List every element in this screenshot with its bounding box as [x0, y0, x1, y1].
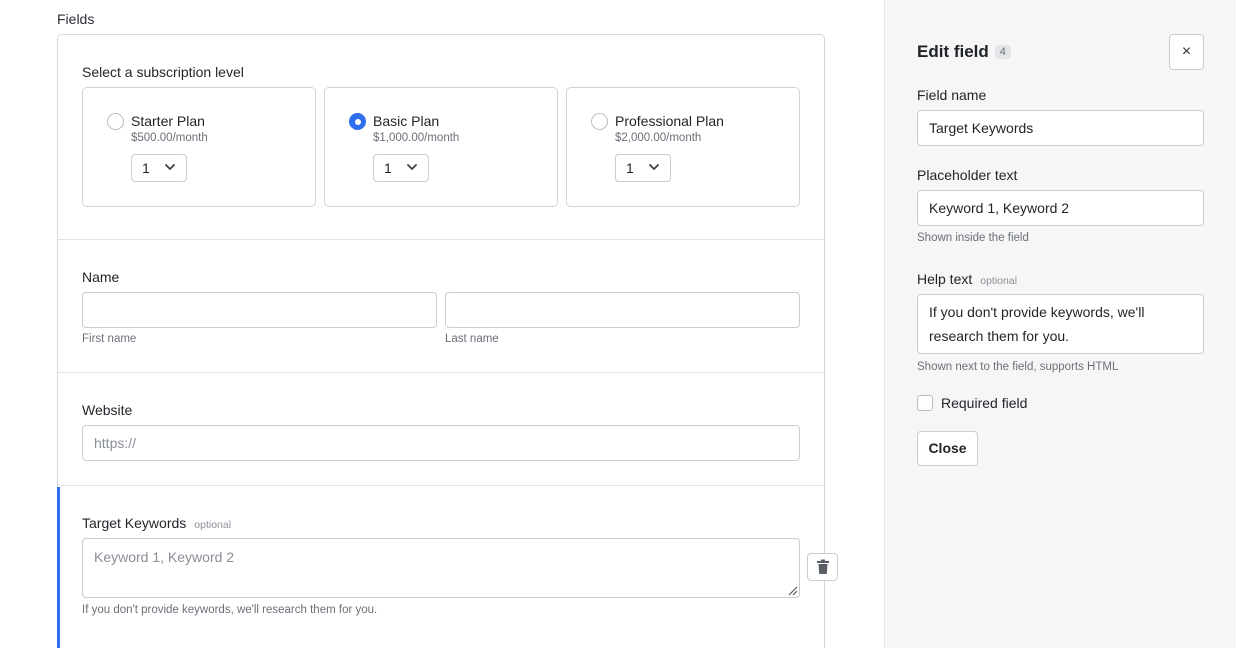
help-text-sub: Shown next to the field, supports HTML [917, 361, 1119, 373]
placeholder-sub: Shown inside the field [917, 232, 1029, 244]
edit-field-panel: Edit field 4 × Field name Target Keywords… [884, 0, 1236, 648]
plan-price: $500.00/month [131, 132, 208, 144]
subscription-label: Select a subscription level [82, 64, 244, 80]
panel-title-text: Edit field [917, 42, 989, 61]
close-button[interactable]: Close [917, 431, 978, 466]
close-icon[interactable]: × [1169, 34, 1204, 70]
plan-card-professional[interactable]: Professional Plan $2,000.00/month 1 [566, 87, 800, 207]
subscription-field[interactable]: Select a subscription level Starter Plan… [58, 35, 824, 240]
help-text-label-text: Help text [917, 271, 973, 287]
placeholder-input[interactable]: Keyword 1, Keyword 2 [917, 190, 1204, 226]
plan-radio-professional[interactable] [591, 113, 608, 130]
plan-name: Starter Plan [131, 113, 205, 129]
quantity-value: 1 [142, 160, 150, 176]
first-name-sub: First name [82, 333, 137, 345]
quantity-select[interactable]: 1 [131, 154, 187, 182]
keywords-help: If you don't provide keywords, we'll res… [82, 604, 378, 616]
keywords-label-text: Target Keywords [82, 515, 187, 531]
quantity-select[interactable]: 1 [373, 154, 429, 182]
plan-name: Professional Plan [615, 113, 724, 129]
keywords-label: Target Keywords optional [82, 515, 231, 531]
section-title: Fields [57, 11, 95, 27]
name-label: Name [82, 269, 120, 285]
quantity-value: 1 [384, 160, 392, 176]
name-field[interactable]: Name First name Last name [58, 240, 824, 373]
chevron-down-icon [649, 164, 659, 170]
first-name-input[interactable] [82, 292, 437, 328]
plan-price: $1,000.00/month [373, 132, 460, 144]
optional-badge: optional [980, 275, 1018, 287]
field-name-input[interactable]: Target Keywords [917, 110, 1204, 146]
target-keywords-field[interactable]: Target Keywords optional Keyword 1, Keywo… [58, 486, 824, 648]
website-input[interactable]: https:// [82, 425, 800, 461]
form-card: Select a subscription level Starter Plan… [57, 34, 838, 648]
form-builder: Fields Select a subscription level Start… [0, 0, 884, 648]
keywords-textarea[interactable]: Keyword 1, Keyword 2 [82, 538, 800, 598]
keywords-placeholder: Keyword 1, Keyword 2 [94, 549, 235, 565]
resize-handle-icon[interactable] [786, 584, 798, 596]
plan-radio-starter[interactable] [107, 113, 124, 130]
delete-field-button[interactable] [807, 553, 838, 581]
plan-name: Basic Plan [373, 113, 440, 129]
plan-price: $2,000.00/month [615, 132, 702, 144]
quantity-select[interactable]: 1 [615, 154, 671, 182]
plan-card-starter[interactable]: Starter Plan $500.00/month 1 [82, 87, 316, 207]
help-text-textarea[interactable]: If you don't provide keywords, we'll res… [917, 294, 1204, 354]
placeholder-label: Placeholder text [917, 167, 1018, 183]
chevron-down-icon [407, 164, 417, 170]
last-name-input[interactable] [445, 292, 800, 328]
quantity-value: 1 [626, 160, 634, 176]
website-field[interactable]: Website https:// [58, 373, 824, 486]
help-text-label: Help text optional [917, 271, 1017, 287]
plan-card-basic[interactable]: Basic Plan $1,000.00/month 1 [324, 87, 558, 207]
panel-title: Edit field 4 [917, 42, 1011, 62]
chevron-down-icon [165, 164, 175, 170]
plan-radio-basic[interactable] [349, 113, 366, 130]
trash-icon [817, 559, 829, 574]
plan-options: Starter Plan $500.00/month 1 Basic Plan … [82, 87, 800, 207]
field-name-label: Field name [917, 87, 987, 103]
last-name-sub: Last name [445, 333, 499, 345]
required-checkbox[interactable] [917, 395, 933, 411]
website-label: Website [82, 402, 133, 418]
optional-badge: optional [194, 519, 232, 531]
required-label[interactable]: Required field [941, 395, 1027, 411]
website-placeholder: https:// [94, 435, 137, 451]
field-count-badge: 4 [994, 45, 1011, 59]
